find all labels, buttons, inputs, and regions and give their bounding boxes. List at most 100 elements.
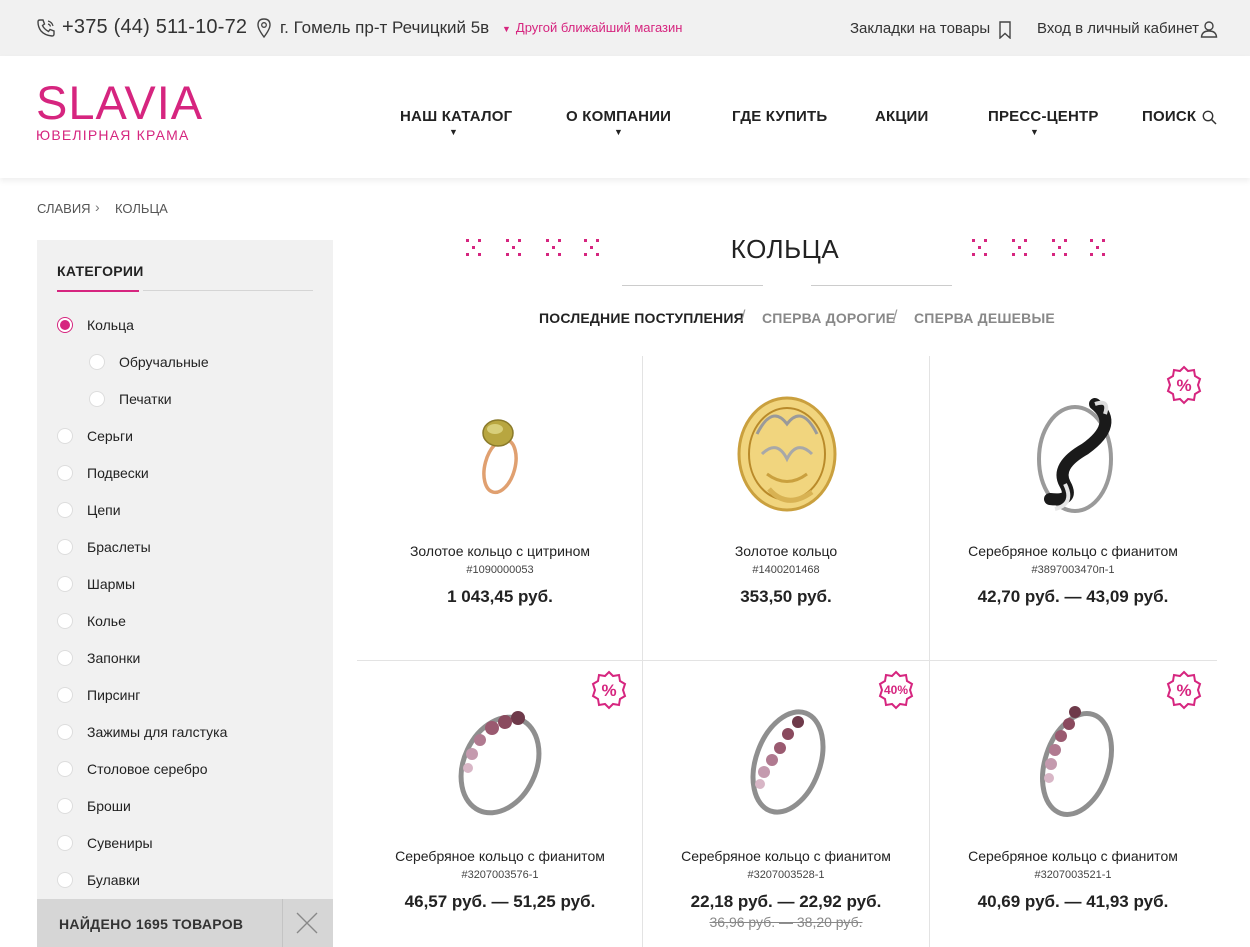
caret-down-icon: ▼ — [614, 127, 623, 137]
radio-icon[interactable] — [57, 687, 73, 703]
bookmark-icon[interactable] — [998, 21, 1012, 44]
category-label: Булавки — [87, 872, 140, 888]
product-image[interactable] — [460, 408, 540, 503]
category-label: Цепи — [87, 502, 121, 518]
sort-expensive[interactable]: СПЕРВА ДОРОГИЕ — [762, 310, 895, 326]
page-title: КОЛЬЦА — [730, 234, 840, 264]
product-image[interactable] — [1025, 700, 1125, 825]
product-price: 42,70 руб. — 43,09 руб. — [977, 587, 1169, 606]
category-item-charms[interactable]: Шармы — [57, 576, 135, 592]
radio-icon[interactable] — [57, 650, 73, 666]
radio-icon[interactable] — [57, 872, 73, 888]
product-image[interactable] — [738, 700, 838, 825]
product-name[interactable]: Золотое кольцо — [643, 543, 929, 559]
radio-icon[interactable] — [57, 724, 73, 740]
nav-about[interactable]: О КОМПАНИИ — [566, 108, 671, 125]
product-sku: #1090000053 — [466, 564, 534, 576]
category-label: Пирсинг — [87, 687, 141, 703]
category-item-cufflinks[interactable]: Запонки — [57, 650, 140, 666]
bookmarks-link[interactable]: Закладки на товары — [850, 20, 990, 37]
category-item-silverware[interactable]: Столовое серебро — [57, 761, 208, 777]
category-item-necklaces[interactable]: Колье — [57, 613, 126, 629]
phone-icon — [36, 18, 56, 43]
nav-catalog[interactable]: НАШ КАТАЛОГ — [400, 108, 512, 125]
category-label: Сувениры — [87, 835, 153, 851]
discount-badge-icon: % — [590, 670, 628, 715]
product-image[interactable] — [727, 394, 847, 519]
radio-icon[interactable] — [89, 391, 105, 407]
category-label: Подвески — [87, 465, 149, 481]
svg-text:%: % — [601, 681, 616, 700]
category-label: Шармы — [87, 576, 136, 592]
product-name[interactable]: Серебряное кольцо с фианитом — [357, 848, 643, 864]
category-item-tie-clips[interactable]: Зажимы для галстука — [57, 724, 227, 740]
phone-number[interactable]: +375 (44) 511-10-72 — [62, 16, 247, 39]
category-label: Столовое серебро — [87, 761, 208, 777]
caret-down-icon: ▼ — [449, 127, 458, 137]
other-store-label: Другой ближайший магазин — [515, 20, 683, 35]
category-item-brooches[interactable]: Броши — [57, 798, 131, 814]
category-label: Серьги — [87, 428, 133, 444]
nav-press[interactable]: ПРЕСС-ЦЕНТР — [988, 108, 1099, 125]
radio-icon[interactable] — [57, 539, 73, 555]
product-old-price: 36,96 руб. — 38,20 руб. — [709, 914, 863, 930]
product-image[interactable] — [450, 700, 550, 825]
category-item-earrings[interactable]: Серьги — [57, 428, 133, 444]
close-icon[interactable] — [295, 911, 319, 940]
discount-badge-icon: % — [1165, 365, 1203, 410]
category-item-rings[interactable]: Кольца — [57, 317, 134, 333]
radio-icon[interactable] — [57, 576, 73, 592]
other-store-link[interactable]: ▼ Другой ближайший магазин — [502, 20, 682, 35]
nav-promo[interactable]: АКЦИИ — [875, 108, 929, 125]
category-item-souvenirs[interactable]: Сувениры — [57, 835, 153, 851]
svg-text:%: % — [1176, 681, 1191, 700]
sort-cheap[interactable]: СПЕРВА ДЕШЕВЫЕ — [914, 310, 1055, 326]
logo-subtitle: ЮВЕЛІРНАЯ КРАМА — [36, 127, 190, 143]
category-item-pins[interactable]: Булавки — [57, 872, 140, 888]
category-item-wedding[interactable]: Обручальные — [89, 354, 209, 370]
product-sku: #3897003470п-1 — [1031, 564, 1115, 576]
product-name[interactable]: Золотое кольцо с цитрином — [357, 543, 643, 559]
radio-icon[interactable] — [57, 835, 73, 851]
user-icon[interactable] — [1200, 20, 1218, 43]
radio-icon[interactable] — [57, 798, 73, 814]
radio-icon[interactable] — [57, 465, 73, 481]
divider — [282, 899, 283, 947]
product-name[interactable]: Серебряное кольцо с фианитом — [930, 543, 1216, 559]
product-image[interactable] — [1025, 394, 1125, 521]
nav-where-to-buy[interactable]: ГДЕ КУПИТЬ — [732, 108, 827, 125]
svg-text:%: % — [1176, 376, 1191, 395]
radio-icon[interactable] — [57, 502, 73, 518]
divider — [143, 290, 313, 291]
category-item-signets[interactable]: Печатки — [89, 391, 172, 407]
product-price: 46,57 руб. — 51,25 руб. — [404, 892, 596, 911]
search-icon[interactable] — [1202, 110, 1217, 130]
category-label: Браслеты — [87, 539, 151, 555]
store-address[interactable]: г. Гомель пр-т Речицкий 5в — [280, 18, 489, 38]
radio-checked-icon[interactable] — [57, 317, 73, 333]
chevron-right-icon: › — [95, 199, 100, 215]
radio-icon[interactable] — [89, 354, 105, 370]
category-item-bracelets[interactable]: Браслеты — [57, 539, 151, 555]
product-name[interactable]: Серебряное кольцо с фианитом — [930, 848, 1216, 864]
category-item-pendants[interactable]: Подвески — [57, 465, 149, 481]
nav-search[interactable]: ПОИСК — [1142, 108, 1196, 125]
login-link[interactable]: Вход в личный кабинет — [1037, 20, 1199, 37]
breadcrumb-home[interactable]: СЛАВИЯ — [37, 201, 91, 216]
discount-badge-icon: % — [1165, 670, 1203, 715]
radio-icon[interactable] — [57, 761, 73, 777]
caret-down-icon: ▼ — [1030, 127, 1039, 137]
category-item-piercing[interactable]: Пирсинг — [57, 687, 140, 703]
discount-badge-icon: 40% — [877, 670, 915, 715]
caret-down-icon: ▼ — [502, 24, 511, 34]
product-name[interactable]: Серебряное кольцо с фианитом — [643, 848, 929, 864]
main-header: SLAVIA ЮВЕЛІРНАЯ КРАМА НАШ КАТАЛОГ ▼ О К… — [0, 56, 1250, 178]
product-price: 22,18 руб. — 22,92 руб. — [690, 892, 882, 911]
category-item-chains[interactable]: Цепи — [57, 502, 121, 518]
sort-latest[interactable]: ПОСЛЕДНИЕ ПОСТУПЛЕНИЯ — [539, 310, 744, 326]
radio-icon[interactable] — [57, 613, 73, 629]
logo[interactable]: SLAVIA ЮВЕЛІРНАЯ КРАМА — [36, 79, 203, 143]
product-sku: #1400201468 — [752, 564, 820, 576]
found-count: НАЙДЕНО 1695 ТОВАРОВ — [59, 916, 244, 932]
radio-icon[interactable] — [57, 428, 73, 444]
